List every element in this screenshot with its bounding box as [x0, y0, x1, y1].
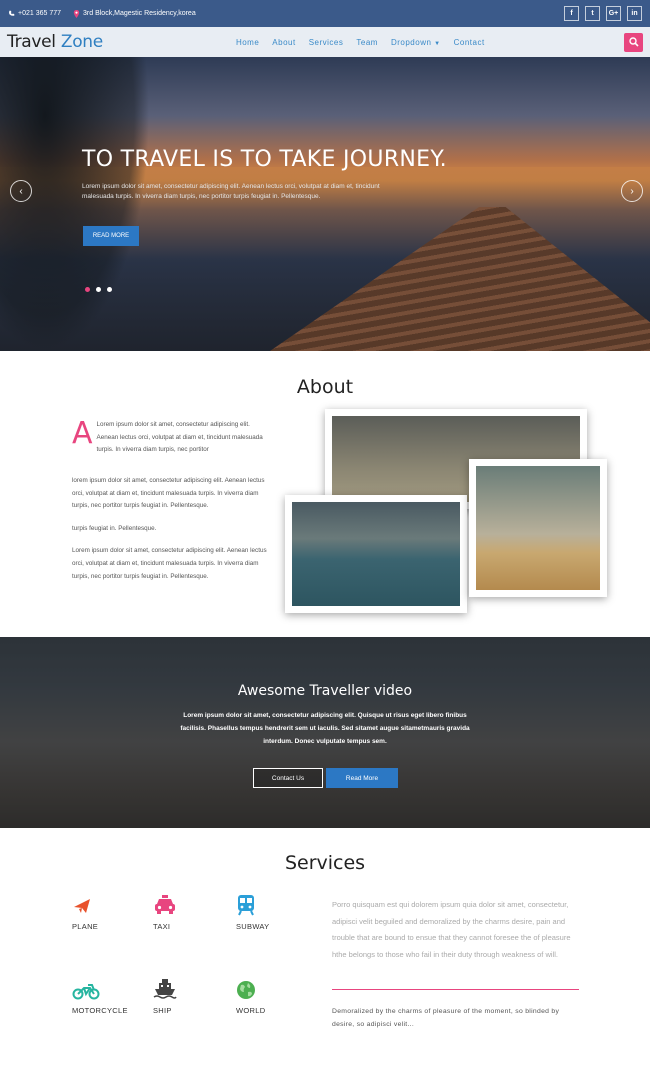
- search-button[interactable]: [624, 32, 643, 52]
- nav-item-about[interactable]: About: [272, 38, 295, 47]
- hero-background-trees: [0, 57, 150, 351]
- service-label: PLANE: [72, 922, 99, 931]
- google-plus-icon[interactable]: G+: [606, 6, 621, 21]
- video-section: Awesome Traveller video Lorem ipsum dolo…: [0, 637, 650, 828]
- hero-title: TO TRAVEL IS TO TAKE JOURNEY.: [82, 147, 447, 172]
- linkedin-icon[interactable]: in: [627, 6, 642, 21]
- slider-dot-2[interactable]: [96, 287, 101, 292]
- service-label: TAXI: [153, 922, 171, 931]
- address-text: 3rd Block,Magestic Residency,korea: [83, 10, 196, 17]
- about-text: A Lorem ipsum dolor sit amet, consectetur…: [72, 419, 272, 593]
- service-label: WORLD: [236, 1006, 266, 1015]
- social-links: f t G+ in: [564, 6, 642, 21]
- taxi-icon: [155, 895, 175, 914]
- slider-prev-button[interactable]: ‹: [10, 180, 32, 202]
- service-label: SHIP: [153, 1006, 172, 1015]
- about-photo-jump: [469, 459, 607, 597]
- service-ship[interactable]: SHIP: [153, 976, 213, 1015]
- chevron-right-icon: ›: [630, 185, 634, 197]
- about-photo-street: [285, 495, 467, 613]
- service-subway[interactable]: SUBWAY: [236, 892, 296, 931]
- site-logo[interactable]: Travel Zone: [7, 32, 103, 52]
- services-description: Porro quisquam est qui dolorem ipsum qui…: [332, 900, 571, 959]
- phone-number: +021 365 777: [18, 10, 62, 17]
- video-text: Lorem ipsum dolor sit amet, consectetur …: [180, 712, 470, 745]
- phone-info: +021 365 777: [8, 10, 61, 17]
- service-plane[interactable]: PLANE: [72, 892, 132, 931]
- slider-dot-1[interactable]: [85, 287, 90, 292]
- nav-item-services[interactable]: Services: [309, 38, 344, 47]
- about-dropcap: A: [72, 416, 93, 451]
- main-nav: Travel Zone Home About Services Team Dro…: [0, 27, 650, 57]
- logo-part2: Zone: [60, 32, 103, 52]
- phone-icon: [9, 10, 15, 16]
- caret-down-icon: ▼: [434, 40, 441, 47]
- slider-next-button[interactable]: ›: [621, 180, 643, 202]
- nav-item-contact[interactable]: Contact: [454, 38, 485, 47]
- services-divider: [332, 989, 579, 990]
- motorcycle-icon: [72, 984, 100, 1000]
- services-title: Services: [284, 852, 366, 874]
- nav-item-dropdown[interactable]: Dropdown ▼: [391, 38, 441, 47]
- hero-subtitle: Lorem ipsum dolor sit amet, consectetur …: [82, 183, 380, 200]
- service-taxi[interactable]: TAXI: [153, 892, 213, 931]
- service-motorcycle[interactable]: MOTORCYCLE: [72, 976, 132, 1015]
- chevron-left-icon: ‹: [19, 185, 23, 197]
- twitter-icon[interactable]: t: [585, 6, 600, 21]
- contact-us-button[interactable]: Contact Us: [253, 768, 323, 788]
- slider-dots: [85, 287, 112, 292]
- about-paragraph-3: turpis feugiat in. Pellentesque.: [72, 524, 157, 532]
- facebook-icon[interactable]: f: [564, 6, 579, 21]
- service-label: MOTORCYCLE: [72, 1006, 128, 1015]
- address-info: 3rd Block,Magestic Residency,korea: [73, 9, 196, 18]
- top-bar: +021 365 777 3rd Block,Magestic Residenc…: [0, 0, 650, 27]
- subway-icon: [238, 895, 254, 916]
- nav-item-dropdown-label: Dropdown: [390, 37, 432, 47]
- nav-item-team[interactable]: Team: [356, 38, 378, 47]
- service-world[interactable]: WORLD: [236, 976, 296, 1015]
- ship-icon: [153, 979, 177, 999]
- slider-dot-3[interactable]: [107, 287, 112, 292]
- about-paragraph-1: A Lorem ipsum dolor sit amet, consectetur…: [72, 419, 272, 459]
- about-paragraph-4: Lorem ipsum dolor sit amet, consectetur …: [72, 547, 267, 580]
- video-read-more-button[interactable]: Read More: [326, 768, 398, 788]
- about-paragraph-2: lorem ipsum dolor sit amet, consectetur …: [72, 477, 265, 510]
- services-description-2: Demoralized by the charms of pleasure of…: [332, 1008, 560, 1028]
- video-title: Awesome Traveller video: [237, 683, 413, 699]
- plane-icon: [74, 899, 90, 913]
- hero-read-more-button[interactable]: READ MORE: [83, 226, 139, 246]
- world-icon: [237, 981, 255, 999]
- nav-item-home[interactable]: Home: [236, 38, 259, 47]
- service-label: SUBWAY: [236, 922, 270, 931]
- search-icon: [628, 37, 639, 47]
- hero-slider: TO TRAVEL IS TO TAKE JOURNEY. Lorem ipsu…: [0, 57, 650, 351]
- nav-menu: Home About Services Team Dropdown ▼ Cont…: [236, 38, 485, 47]
- location-pin-icon: [73, 9, 80, 18]
- about-title: About: [296, 376, 354, 398]
- logo-part1: Travel: [7, 32, 56, 52]
- about-paragraph-1-text: Lorem ipsum dolor sit amet, consectetur …: [96, 421, 263, 454]
